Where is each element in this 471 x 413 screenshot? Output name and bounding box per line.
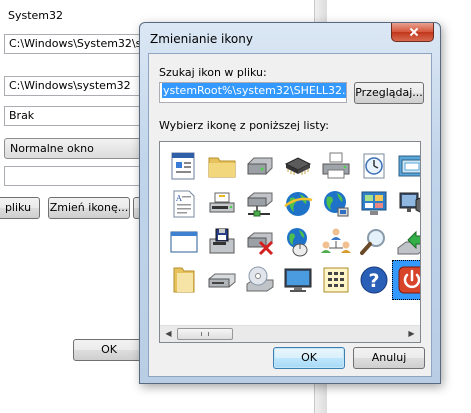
target-field[interactable]: C:\Windows\System32\shutd	[4, 34, 154, 54]
svg-text:A: A	[175, 194, 182, 203]
control-panel-icon[interactable]	[354, 184, 394, 224]
clock-icon[interactable]	[354, 146, 394, 186]
removable-drive-icon[interactable]	[202, 260, 242, 300]
search-icon[interactable]	[354, 222, 394, 262]
help-icon[interactable]: ?	[354, 260, 394, 300]
svg-text:?: ?	[368, 270, 379, 292]
delete-drive-icon[interactable]	[240, 222, 280, 262]
browse-button[interactable]: Przeglądaj...	[354, 82, 424, 104]
folder-icon[interactable]	[202, 146, 242, 186]
drive-icon[interactable]	[240, 146, 280, 186]
choose-icon-label: Wybierz ikonę z poniższej listy:	[159, 119, 329, 132]
calculator-grid-icon[interactable]	[316, 260, 356, 300]
run-select[interactable]: Normalne okno	[4, 138, 154, 159]
icon-file-path-input[interactable]: ystemRoot%\system32\SHELL32.dll	[159, 82, 347, 103]
document-app-icon[interactable]	[164, 146, 204, 186]
computer-icon[interactable]	[202, 184, 242, 224]
shortcut-key-field[interactable]: Brak	[4, 106, 154, 126]
properties-ok-button[interactable]: OK	[73, 339, 145, 361]
network-people-icon[interactable]	[316, 222, 356, 262]
horizontal-scrollbar[interactable]: ◀ ▶	[160, 325, 420, 342]
scroll-right-arrow-icon[interactable]: ▶	[404, 327, 419, 341]
monitor-speaker-icon[interactable]	[392, 184, 420, 224]
dialog-client: Szukaj ikon w pliku: ystemRoot%\system32…	[148, 53, 432, 377]
change-icon-button[interactable]: Zmień ikonę...	[48, 197, 130, 219]
change-icon-dialog: Zmienianie ikony Szukaj ikon w pliku: ys…	[139, 22, 441, 384]
scroll-left-arrow-icon[interactable]: ◀	[161, 327, 176, 341]
cd-drive-icon[interactable]	[240, 260, 280, 300]
close-button[interactable]	[391, 23, 434, 42]
scroll-thumb[interactable]	[177, 328, 233, 340]
open-file-location-button[interactable]: pliku	[0, 197, 40, 219]
comment-field[interactable]	[4, 166, 154, 186]
dialog-ok-button[interactable]: OK	[273, 347, 345, 369]
icon-list[interactable]: A ? ◀ ▶	[159, 141, 421, 343]
cancel-button[interactable]: Anuluj	[353, 347, 425, 369]
text-document-icon[interactable]: A	[164, 184, 204, 224]
blank-window-icon[interactable]	[164, 222, 204, 262]
window-icon[interactable]	[392, 146, 420, 186]
search-label: Szukaj ikon w pliku:	[159, 66, 267, 79]
download-arrow-icon[interactable]	[392, 222, 420, 262]
globe-mouse-icon[interactable]	[278, 222, 318, 262]
dialog-title: Zmienianie ikony	[150, 32, 253, 46]
power-icon[interactable]	[392, 260, 420, 300]
chip-icon[interactable]	[278, 146, 318, 186]
globe-icon[interactable]	[278, 184, 318, 224]
folder-open-icon[interactable]	[164, 260, 204, 300]
desktop-monitor-icon[interactable]	[278, 260, 318, 300]
network-drive-icon[interactable]	[240, 184, 280, 224]
network-globe-icon[interactable]	[316, 184, 356, 224]
path-text: ystemRoot%\system32\SHELL32.dll	[162, 83, 346, 98]
start-in-field[interactable]: C:\Windows\system32	[4, 76, 154, 96]
shortcut-name: System32	[8, 9, 64, 22]
printer-icon[interactable]	[316, 146, 356, 186]
floppy-save-icon[interactable]	[202, 222, 242, 262]
